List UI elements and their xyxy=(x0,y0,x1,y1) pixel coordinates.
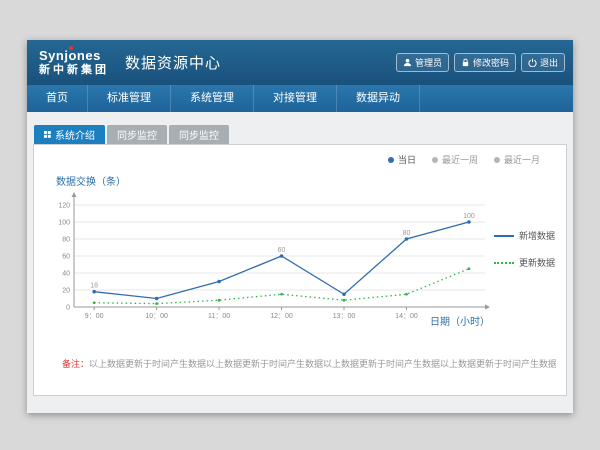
footnote: 备注：以上数据更新于时间产生数据以上数据更新于时间产生数据以上数据更新于时间产生… xyxy=(62,357,556,370)
legend-dot-icon xyxy=(432,157,438,163)
change-password-label: 修改密码 xyxy=(473,56,509,69)
period-filter-label: 当日 xyxy=(398,153,416,166)
svg-text:80: 80 xyxy=(403,230,411,237)
legend-dot-icon xyxy=(388,157,394,163)
svg-text:11：00: 11：00 xyxy=(208,313,230,320)
period-filter-label: 最近一月 xyxy=(504,153,540,166)
svg-text:18: 18 xyxy=(90,283,98,290)
footnote-label: 备注： xyxy=(62,359,89,369)
svg-text:80: 80 xyxy=(62,237,70,244)
chart-panel: 当日 最近一周 最近一月 数据交换（条） 0 20 40 60 80 100 120 9：00… xyxy=(33,144,567,396)
nav-item-home[interactable]: 首页 xyxy=(27,85,88,112)
tab-sync-monitor-2[interactable]: 同步监控 xyxy=(169,125,229,144)
tab-system-intro[interactable]: 系统介绍 xyxy=(34,125,105,144)
svg-text:60: 60 xyxy=(62,254,70,261)
tab-bar: 系统介绍 同步监控 同步监控 xyxy=(34,125,573,144)
period-filter-group: 当日 最近一周 最近一月 xyxy=(388,153,540,166)
tab-label: 系统介绍 xyxy=(55,127,95,142)
tab-sync-monitor-1[interactable]: 同步监控 xyxy=(107,125,167,144)
header-actions: 管理员 修改密码 退出 xyxy=(396,53,565,72)
svg-text:100: 100 xyxy=(58,220,70,227)
admin-user-label: 管理员 xyxy=(415,56,442,69)
grid-icon xyxy=(44,131,51,138)
svg-text:40: 40 xyxy=(62,271,70,278)
solid-line-icon xyxy=(494,235,514,237)
legend-label: 新增数据 xyxy=(519,229,555,242)
svg-text:12：00: 12：00 xyxy=(270,313,293,320)
user-icon xyxy=(403,58,412,67)
change-password-button[interactable]: 修改密码 xyxy=(454,53,516,72)
svg-text:0: 0 xyxy=(66,305,70,312)
svg-text:13：00: 13：00 xyxy=(333,313,356,320)
app-window: Synjones 新中新集团 数据资源中心 管理员 修改密码 退出 首页 标准管… xyxy=(27,40,573,413)
tab-label: 同步监控 xyxy=(179,127,219,142)
dotted-line-icon xyxy=(494,262,514,264)
series-legend: 新增数据 更新数据 xyxy=(494,229,555,283)
period-filter-last-month[interactable]: 最近一月 xyxy=(494,153,540,166)
tab-label: 同步监控 xyxy=(117,127,157,142)
period-filter-last-week[interactable]: 最近一周 xyxy=(432,153,478,166)
logout-button[interactable]: 退出 xyxy=(521,53,565,72)
svg-text:60: 60 xyxy=(278,247,286,254)
logo-dot-icon xyxy=(69,46,73,50)
nav-item-interface-mgmt[interactable]: 对接管理 xyxy=(254,85,337,112)
chart-y-axis-title: 数据交换（条） xyxy=(56,173,126,188)
svg-text:100: 100 xyxy=(463,213,475,220)
power-icon xyxy=(528,58,537,67)
logo[interactable]: Synjones 新中新集团 xyxy=(39,49,109,77)
main-nav: 首页 标准管理 系统管理 对接管理 数据异动 xyxy=(27,85,573,112)
legend-label: 更新数据 xyxy=(519,256,555,269)
footnote-text: 以上数据更新于时间产生数据以上数据更新于时间产生数据以上数据更新于时间产生数据以… xyxy=(89,359,556,369)
app-header: Synjones 新中新集团 数据资源中心 管理员 修改密码 退出 xyxy=(27,40,573,85)
period-filter-label: 最近一周 xyxy=(442,153,478,166)
logout-label: 退出 xyxy=(540,56,558,69)
chart-x-axis-title: 日期（小时） xyxy=(430,313,490,328)
nav-item-standard-mgmt[interactable]: 标准管理 xyxy=(88,85,171,112)
content-area: 系统介绍 同步监控 同步监控 当日 最近一周 xyxy=(27,112,573,413)
line-chart: 0 20 40 60 80 100 120 9：00 10：00 11：00 12：00 13：00 1… xyxy=(50,189,495,329)
nav-item-data-change[interactable]: 数据异动 xyxy=(337,85,420,112)
lock-icon xyxy=(461,58,470,67)
svg-text:20: 20 xyxy=(62,288,70,295)
logo-subtext: 新中新集团 xyxy=(39,64,109,77)
svg-text:9：00: 9：00 xyxy=(85,313,104,320)
svg-text:10：00: 10：00 xyxy=(145,313,168,320)
nav-item-system-mgmt[interactable]: 系统管理 xyxy=(171,85,254,112)
legend-item-new-data: 新增数据 xyxy=(494,229,555,242)
admin-user-button[interactable]: 管理员 xyxy=(396,53,449,72)
svg-text:14：00: 14：00 xyxy=(395,313,418,320)
page-title: 数据资源中心 xyxy=(125,52,221,73)
legend-item-updated-data: 更新数据 xyxy=(494,256,555,269)
svg-text:120: 120 xyxy=(58,203,70,210)
period-filter-today[interactable]: 当日 xyxy=(388,153,416,166)
legend-dot-icon xyxy=(494,157,500,163)
logo-text: Synjones xyxy=(39,49,109,62)
